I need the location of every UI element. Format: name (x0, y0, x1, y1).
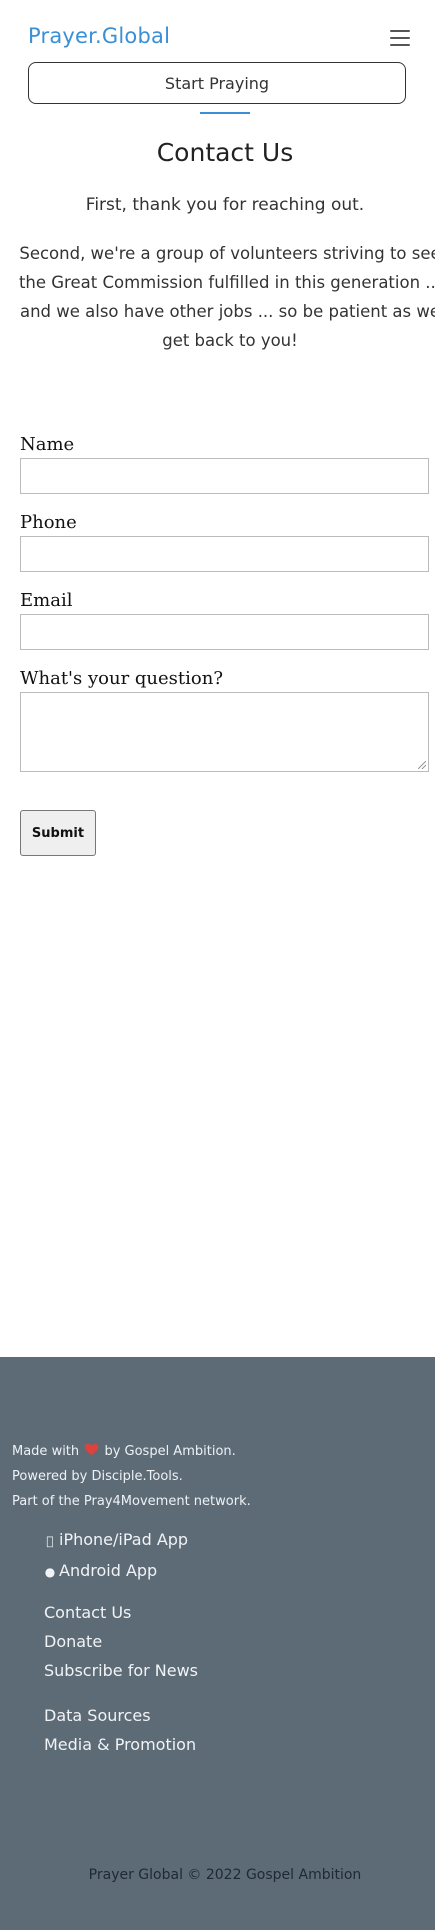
footer-link-data-sources[interactable]: Data Sources (44, 1701, 196, 1730)
footer-nav-primary: Contact Us Donate Subscribe for News (44, 1598, 198, 1685)
phone-field[interactable] (20, 536, 429, 572)
question-textarea[interactable] (20, 692, 429, 772)
name-field[interactable] (20, 458, 429, 494)
intro-line-2: Second, we're a group of volunteers stri… (18, 244, 435, 350)
page-title: Contact Us (156, 138, 294, 167)
made-with-prefix: Made with (12, 1444, 80, 1459)
gospel-ambition-link[interactable]: by Gospel Ambition. (104, 1444, 235, 1459)
disciple-tools-link[interactable]: Powered by Disciple.Tools. (12, 1464, 251, 1489)
resize-grip-icon[interactable] (418, 761, 426, 769)
brand-logo[interactable]: Prayer.Global (28, 24, 170, 48)
hamburger-menu-icon[interactable] (390, 30, 410, 46)
footer-link-contact-us[interactable]: Contact Us (44, 1598, 198, 1627)
footer-link-subscribe[interactable]: Subscribe for News (44, 1656, 198, 1685)
submit-button[interactable]: Submit (20, 810, 96, 856)
footer-link-media-promotion[interactable]: Media & Promotion (44, 1730, 196, 1759)
android-icon: ● (44, 1563, 56, 1579)
iphone-app-label: iPhone/iPad App (59, 1530, 189, 1549)
app-links: iPhone/iPad App ●Android App (44, 1525, 188, 1587)
phone-label: Phone (20, 512, 77, 533)
apple-icon:  (44, 1527, 56, 1556)
footer-credits: Made with by Gospel Ambition. Powered by… (12, 1439, 251, 1514)
accent-divider (200, 112, 250, 114)
name-label: Name (20, 434, 75, 455)
copyright: Prayer Global © 2022 Gospel Ambition (88, 1867, 362, 1883)
email-label: Email (20, 590, 73, 611)
footer-link-donate[interactable]: Donate (44, 1627, 198, 1656)
footer-nav-secondary: Data Sources Media & Promotion (44, 1701, 196, 1759)
email-field[interactable] (20, 614, 429, 650)
heart-icon (85, 1444, 98, 1456)
iphone-app-link[interactable]: iPhone/iPad App (44, 1525, 188, 1556)
android-app-link[interactable]: ● Android App (44, 1556, 188, 1587)
android-app-label: Android App (59, 1559, 158, 1580)
start-praying-button[interactable]: Start Praying (28, 62, 406, 104)
intro-line-1: First, thank you for reaching out. (85, 195, 365, 215)
site-footer: Made with by Gospel Ambition. Powered by… (0, 1357, 435, 1930)
pray4movement-link[interactable]: Part of the Pray4Movement network. (12, 1489, 251, 1514)
question-label: What's your question? (20, 668, 223, 689)
